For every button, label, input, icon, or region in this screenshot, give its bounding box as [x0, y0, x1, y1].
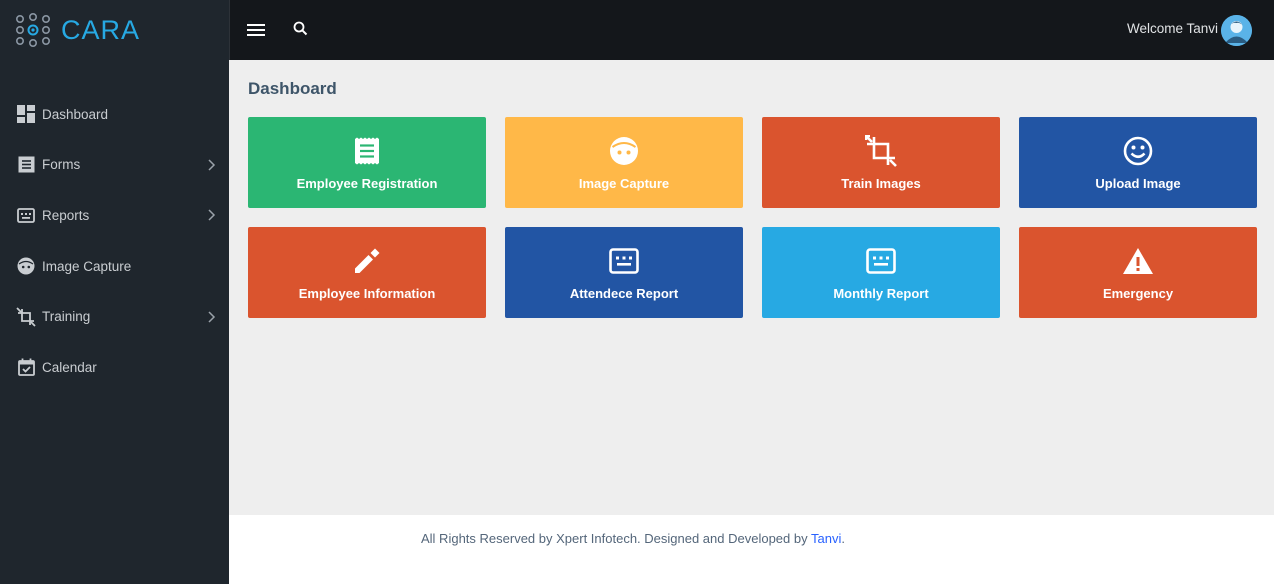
tile-employee-registration[interactable]: Employee Registration [248, 117, 486, 208]
keyboard-icon [864, 244, 898, 278]
dashboard-icon [16, 104, 36, 124]
tile-image-capture[interactable]: Image Capture [505, 117, 743, 208]
receipt-icon [350, 134, 384, 168]
tile-label: Upload Image [1095, 176, 1181, 191]
brand[interactable]: CARA [0, 0, 229, 60]
sidebar-item-calendar[interactable]: Calendar [0, 342, 229, 393]
footer: All Rights Reserved by Xpert Infotech. D… [229, 515, 1274, 584]
sidebar-item-dashboard[interactable]: Dashboard [0, 89, 229, 140]
tile-train-images[interactable]: Train Images [762, 117, 1000, 208]
tile-label: Employee Registration [296, 176, 438, 191]
page-title: Dashboard [248, 79, 337, 98]
tile-label: Attendece Report [569, 286, 679, 301]
crop-rotate-icon [864, 134, 898, 168]
sidebar-item-label: Image Capture [42, 258, 132, 274]
tile-label: Emergency [1102, 286, 1174, 301]
sidebar-item-label: Calendar [42, 359, 97, 375]
tile-upload-image[interactable]: Upload Image [1019, 117, 1257, 208]
sidebar-nav: Dashboard Forms Reports Image Capture Tr… [0, 89, 229, 393]
sidebar-item-training[interactable]: Training [0, 291, 229, 342]
footer-text: All Rights Reserved by Xpert Infotech. D… [421, 531, 845, 546]
tile-label: Employee Information [298, 286, 436, 301]
user-avatar-icon [1221, 15, 1252, 46]
face-icon [16, 256, 36, 276]
sidebar-item-label: Forms [42, 157, 81, 173]
chevron-right-icon [208, 311, 216, 323]
search-icon[interactable] [292, 20, 310, 38]
chevron-right-icon [208, 159, 216, 171]
avatar[interactable] [1221, 15, 1252, 46]
keyboard-icon [16, 205, 36, 225]
calendar-check-icon [16, 357, 36, 377]
smiley-icon [1121, 134, 1155, 168]
hamburger-menu-icon[interactable] [246, 21, 266, 39]
crop-rotate-icon [16, 307, 36, 327]
cara-logo-icon [15, 13, 50, 47]
tile-label: Train Images [841, 176, 921, 191]
footer-suffix: . [841, 531, 845, 546]
sidebar-item-label: Dashboard [42, 106, 109, 122]
tile-employee-information[interactable]: Employee Information [248, 227, 486, 318]
sidebar-item-reports[interactable]: Reports [0, 190, 229, 241]
tile-label: Monthly Report [833, 286, 929, 301]
main-content: Dashboard Employee Registration Image Ca… [229, 60, 1274, 515]
sidebar-item-label: Training [42, 309, 91, 325]
sidebar-item-image-capture[interactable]: Image Capture [0, 241, 229, 292]
topbar: Welcome Tanvi [229, 0, 1274, 60]
tile-emergency[interactable]: Emergency [1019, 227, 1257, 318]
footer-copyright: All Rights Reserved by Xpert Infotech. D… [421, 531, 811, 546]
keyboard-icon [607, 244, 641, 278]
tile-monthly-report[interactable]: Monthly Report [762, 227, 1000, 318]
sidebar-item-forms[interactable]: Forms [0, 140, 229, 191]
receipt-icon [16, 155, 36, 175]
welcome-text: Welcome Tanvi [1126, 21, 1218, 36]
brand-name: CARA [61, 14, 141, 45]
chevron-right-icon [208, 209, 216, 222]
footer-author-link[interactable]: Tanvi [811, 531, 841, 546]
tile-label: Image Capture [578, 176, 670, 191]
sidebar: CARA Dashboard Forms Reports Image Captu… [0, 0, 229, 584]
pencil-icon [350, 244, 384, 278]
face-icon [607, 134, 641, 168]
sidebar-item-label: Reports [42, 207, 90, 223]
tile-attendece-report[interactable]: Attendece Report [505, 227, 743, 318]
warning-icon [1121, 244, 1155, 278]
